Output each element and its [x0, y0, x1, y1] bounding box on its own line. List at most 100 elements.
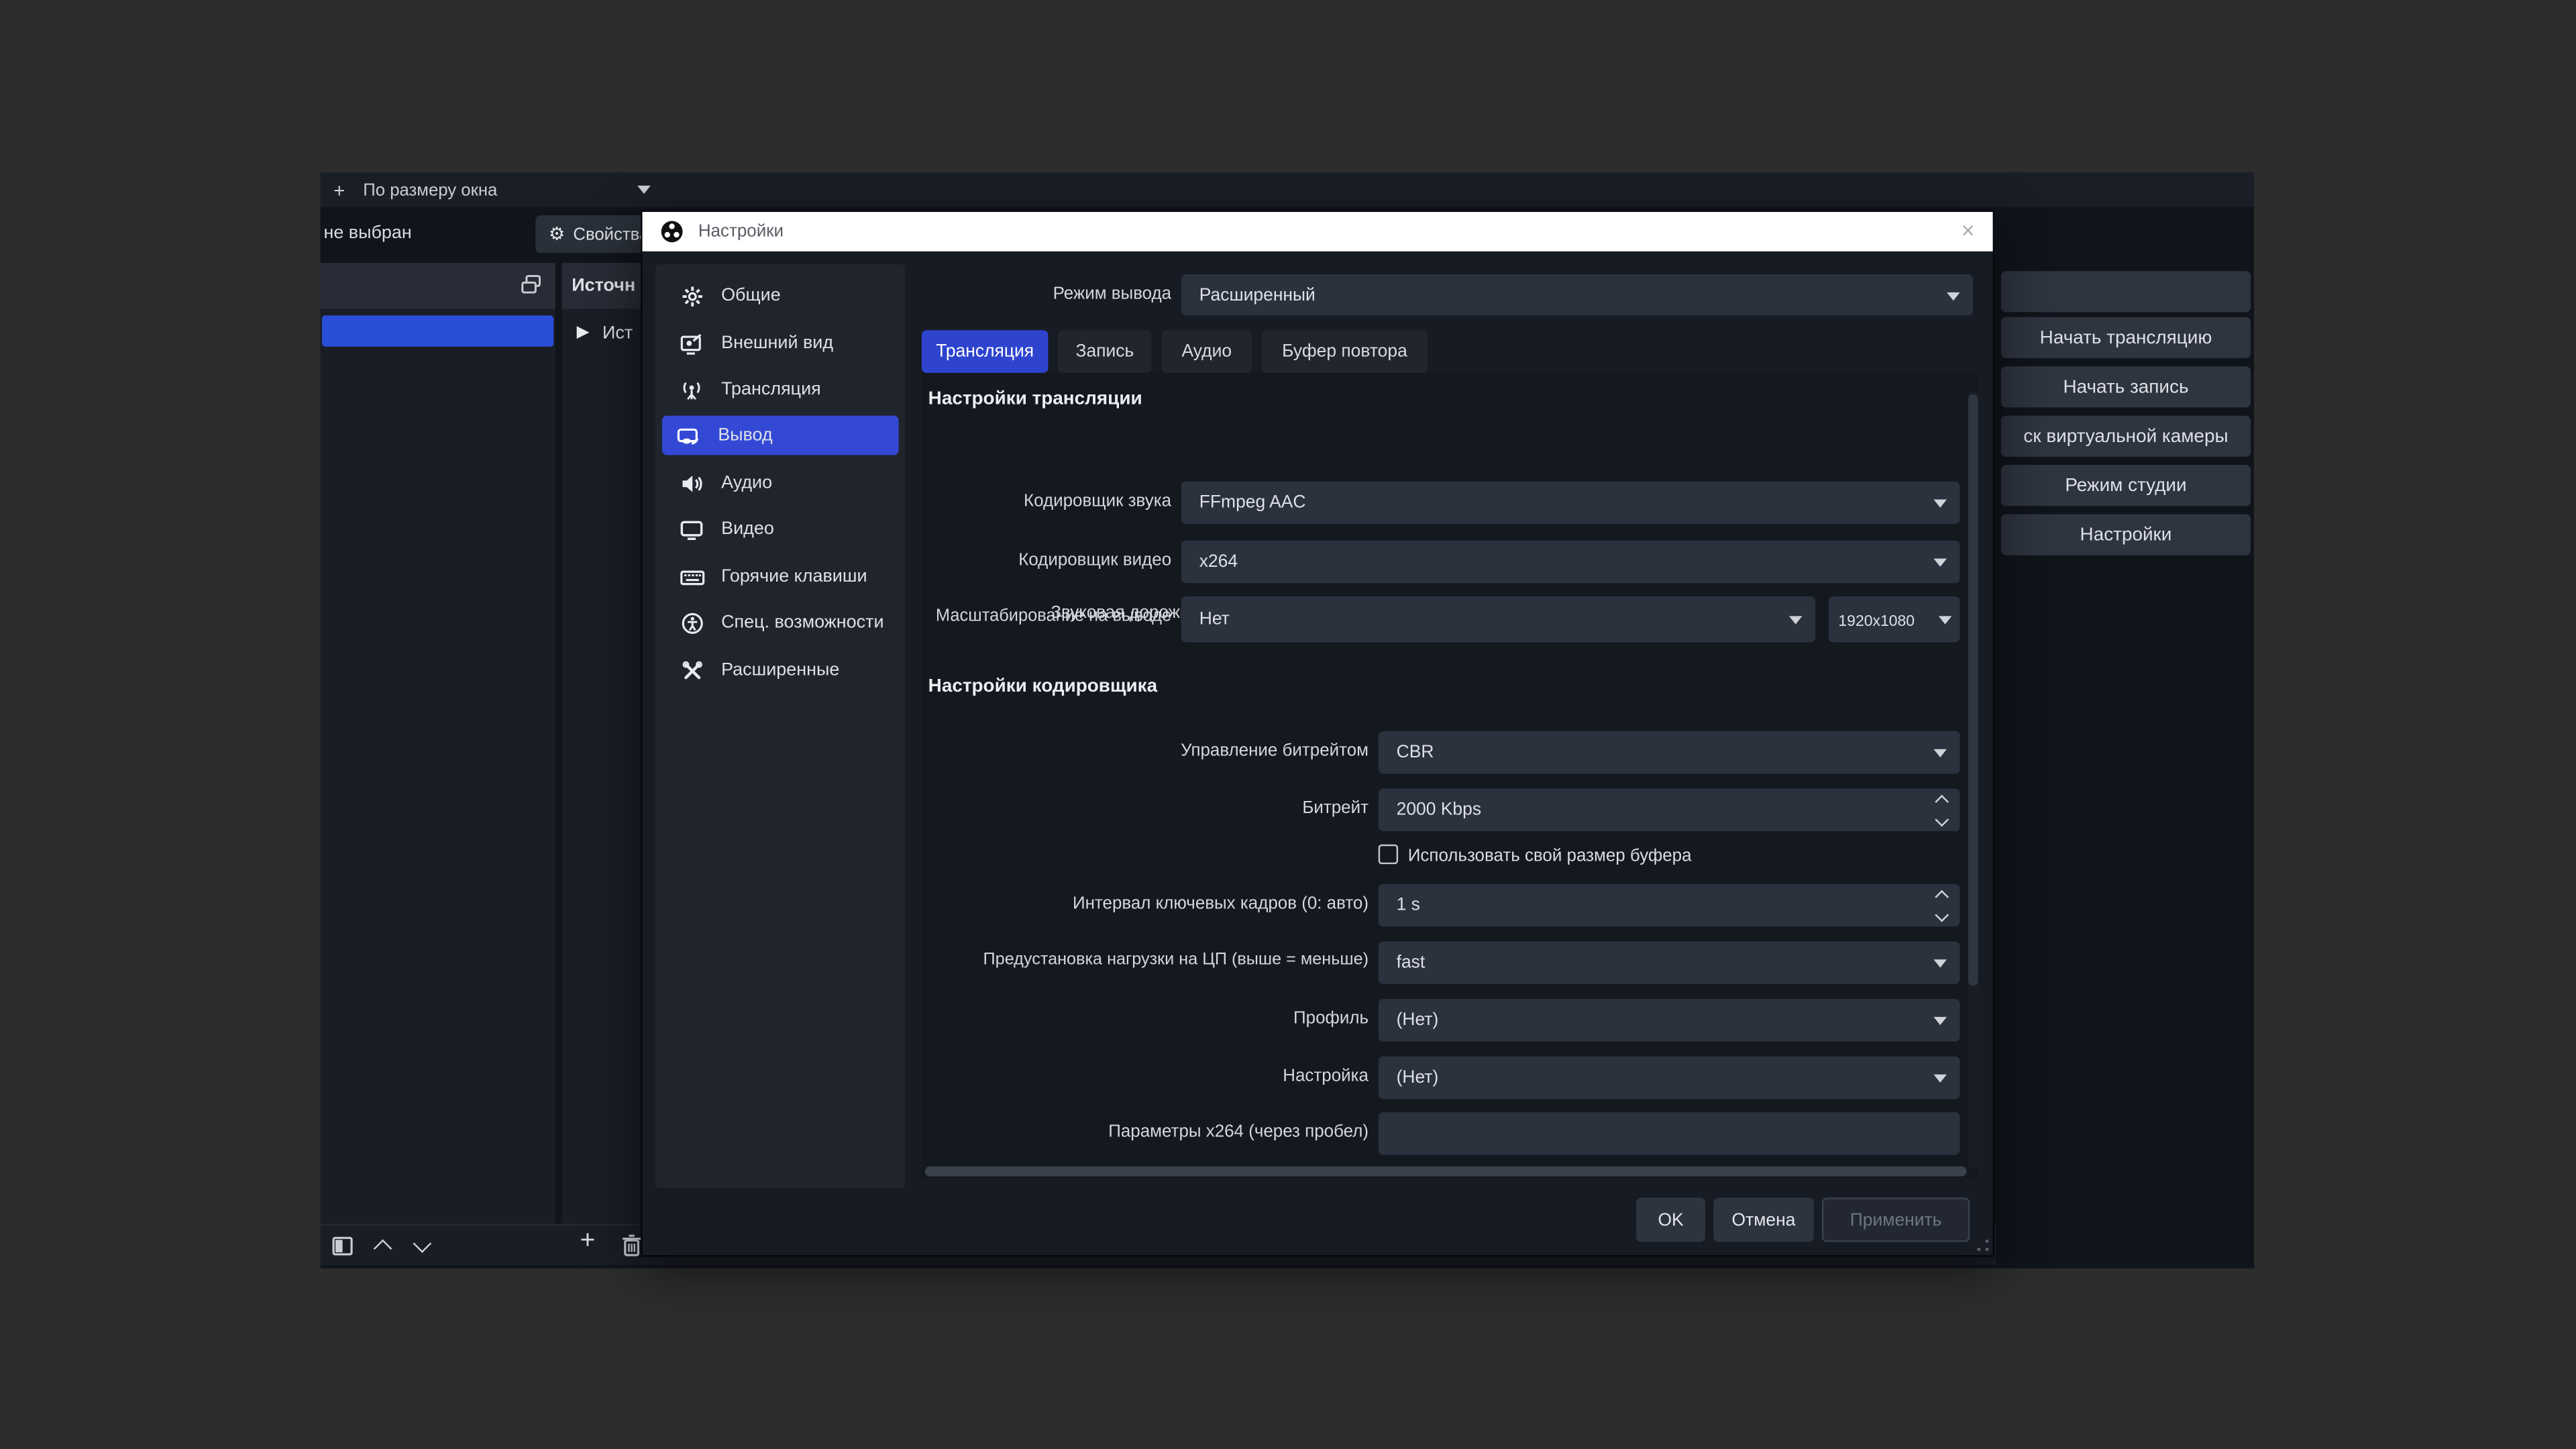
rate-control-select[interactable]: CBR — [1379, 731, 1960, 774]
rescale-resolution-select[interactable]: 1920x1080 — [1829, 596, 1960, 643]
cpu-preset-select[interactable]: fast — [1379, 941, 1960, 984]
settings-button[interactable]: Настройки — [2001, 515, 2251, 555]
remove-source-icon[interactable] — [621, 1234, 643, 1256]
nav-item-advanced[interactable]: Расширенные — [665, 651, 896, 690]
horizontal-scrollbar[interactable] — [925, 1167, 1967, 1177]
dialog-titlebar[interactable]: Настройки × — [643, 212, 1993, 252]
rescale-select[interactable]: Нет — [1181, 596, 1815, 643]
caret-down-icon — [1933, 1017, 1947, 1025]
ok-button[interactable]: OK — [1636, 1197, 1705, 1242]
controls-dock-header — [2001, 271, 2251, 312]
move-up-icon[interactable] — [374, 1239, 392, 1258]
keyboard-icon — [678, 565, 704, 588]
vertical-scrollbar-thumb[interactable] — [1968, 394, 1978, 986]
source-item-label[interactable]: Ист — [602, 323, 633, 342]
nav-item-audio[interactable]: Аудио — [665, 464, 896, 503]
properties-label: Свойства — [573, 224, 649, 244]
output-mode-label: Режим вывода — [922, 284, 1171, 304]
nav-label: Расширенные — [721, 660, 839, 680]
nav-label: Спец. возможности — [721, 612, 883, 632]
no-source-label: не выбран — [323, 223, 411, 243]
nav-label: Трансляция — [721, 380, 821, 399]
tune-select[interactable]: (Нет) — [1379, 1057, 1960, 1099]
add-source-icon[interactable]: + — [580, 1227, 595, 1256]
caret-down-icon — [1939, 616, 1952, 624]
spin-up-icon[interactable] — [1935, 890, 1949, 904]
caret-down-icon — [1933, 959, 1947, 967]
caret-down-icon — [1789, 616, 1803, 624]
spin-up-icon[interactable] — [1935, 794, 1949, 808]
scene-filters-icon[interactable] — [332, 1236, 354, 1257]
rescale-value: Нет — [1199, 610, 1230, 629]
bitrate-label: Битрейт — [1119, 798, 1368, 818]
properties-gear-icon: ⚙ — [549, 223, 565, 245]
tab-replay-buffer[interactable]: Буфер повтора — [1262, 330, 1428, 373]
keyint-label: Интервал ключевых кадров (0: авто) — [1053, 894, 1368, 913]
bitrate-spinbox[interactable]: 2000 Kbps — [1379, 789, 1960, 832]
resize-grip[interactable] — [1976, 1239, 1990, 1252]
nav-item-hotkeys[interactable]: Горячие клавиши — [665, 557, 896, 596]
output-mode-value: Расширенный — [1199, 285, 1316, 305]
spinner-buttons[interactable] — [1931, 792, 1953, 828]
spin-down-icon[interactable] — [1935, 907, 1949, 921]
add-scale-icon[interactable]: + — [333, 178, 345, 201]
scene-selected-row[interactable] — [322, 315, 553, 347]
output-mode-select[interactable]: Расширенный — [1181, 274, 1973, 315]
nav-label: Вывод — [718, 425, 772, 445]
nav-label: Горячие клавиши — [721, 567, 867, 586]
nav-item-general[interactable]: Общие — [665, 276, 896, 315]
tune-label: Настройка — [1119, 1066, 1368, 1085]
move-down-icon[interactable] — [413, 1234, 432, 1253]
tune-value: (Нет) — [1397, 1068, 1439, 1087]
nav-item-accessibility[interactable]: Спец. возможности — [665, 603, 896, 643]
rate-control-label: Управление битрейтом — [1119, 741, 1368, 760]
vertical-scrollbar[interactable] — [1968, 391, 1978, 1168]
nav-item-appearance[interactable]: Внешний вид — [665, 323, 896, 363]
fit-caret-icon[interactable] — [637, 186, 651, 194]
virtual-camera-button[interactable]: ск виртуальной камеры — [2001, 416, 2251, 457]
speaker-icon — [678, 472, 704, 494]
gear-icon — [678, 284, 704, 307]
tab-recording[interactable]: Запись — [1058, 330, 1152, 373]
obs-logo-icon — [660, 220, 683, 243]
nav-item-video[interactable]: Видео — [665, 509, 896, 549]
video-encoder-value: x264 — [1199, 552, 1238, 572]
settings-nav: Общие Внешний вид Трансляция Вывод — [655, 264, 905, 1187]
encoder-section-title: Настройки кодировщика — [928, 677, 1157, 696]
caret-down-icon — [1933, 499, 1947, 507]
apply-button[interactable]: Применить — [1822, 1197, 1970, 1242]
scenes-grid-icon[interactable] — [521, 274, 542, 296]
video-encoder-select[interactable]: x264 — [1181, 541, 1960, 584]
tab-streaming[interactable]: Трансляция — [922, 330, 1049, 373]
cpu-preset-label: Предустановка нагрузки на ЦП (выше = мен… — [922, 951, 1368, 969]
monitor-icon — [678, 517, 704, 540]
audio-encoder-select[interactable]: FFmpeg AAC — [1181, 482, 1960, 525]
caret-down-icon — [1947, 292, 1960, 300]
source-play-icon[interactable]: ▶ — [577, 323, 590, 341]
screen: + По размеру окна не выбран ⚙ Свойства — [0, 0, 2576, 1449]
dialog-close-icon[interactable]: × — [1962, 217, 1975, 243]
tab-audio[interactable]: Аудио — [1161, 330, 1252, 373]
preview-toolbar: + По размеру окна — [321, 172, 2254, 207]
caret-down-icon — [1933, 559, 1947, 567]
start-recording-button[interactable]: Начать запись — [2001, 366, 2251, 407]
x264-options-input[interactable] — [1379, 1112, 1960, 1155]
custom-buffer-checkbox[interactable] — [1379, 845, 1398, 864]
studio-mode-button[interactable]: Режим студии — [2001, 465, 2251, 506]
nav-label: Внешний вид — [721, 333, 833, 353]
accessibility-icon — [678, 611, 704, 634]
profile-select[interactable]: (Нет) — [1379, 999, 1960, 1042]
caret-down-icon — [1933, 749, 1947, 757]
spinner-buttons[interactable] — [1931, 887, 1953, 923]
output-settings-panel: Настройки трансляции Звуковая дорожка 1 … — [922, 373, 1978, 1178]
start-streaming-button[interactable]: Начать трансляцию — [2001, 317, 2251, 358]
keyint-spinbox[interactable]: 1 s — [1379, 884, 1960, 927]
cancel-button[interactable]: Отмена — [1713, 1197, 1813, 1242]
nav-item-stream[interactable]: Трансляция — [665, 370, 896, 409]
fit-to-window-select[interactable]: По размеру окна — [363, 180, 497, 199]
spin-down-icon[interactable] — [1935, 812, 1949, 826]
scenes-panel-header — [321, 263, 555, 309]
nav-item-output[interactable]: Вывод — [662, 416, 899, 455]
nav-label: Общие — [721, 286, 781, 305]
audio-encoder-label: Кодировщик звука — [922, 491, 1171, 511]
